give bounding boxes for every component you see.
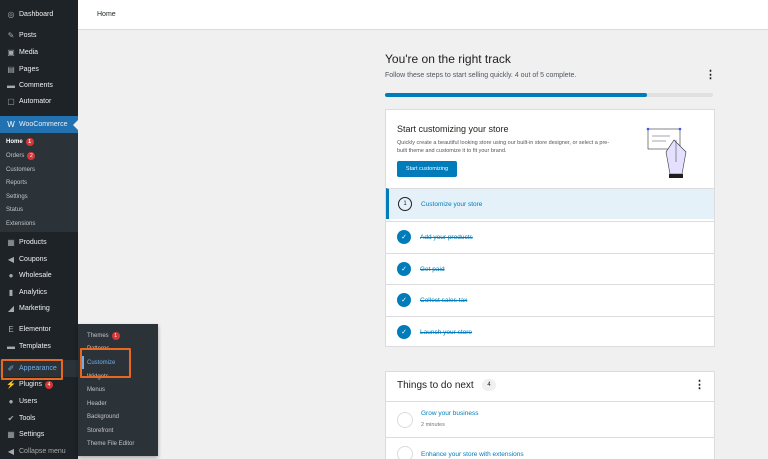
setup-subtitle: Follow these steps to start selling quic…: [385, 72, 577, 79]
hero-description: Quickly create a beautiful looking store…: [397, 140, 610, 154]
flyout-item-background[interactable]: Background: [87, 410, 119, 423]
sidebar-item-pages[interactable]: ▤ Pages: [0, 61, 78, 78]
sidebar-item-users[interactable]: ● Users: [0, 393, 78, 410]
setup-task-card: Start customizing your store Quickly cre…: [385, 109, 715, 347]
woo-icon: W: [7, 120, 15, 129]
checkmark-icon: ✓: [397, 230, 411, 244]
todo-time-estimate: 2 minutes: [421, 422, 445, 428]
todo-title: Things to do next: [397, 380, 474, 391]
submenu-item-reports[interactable]: Reports: [6, 177, 27, 189]
settings-icon: ▦: [7, 430, 15, 439]
sidebar-item-wholesale[interactable]: ● Wholesale: [0, 267, 78, 284]
folder-icon: ▬: [7, 342, 15, 351]
task-launch-store[interactable]: ✓ Launch your store: [386, 316, 714, 347]
task-add-products[interactable]: ✓ Add your products: [386, 221, 714, 252]
megaphone-icon: ◀: [7, 255, 15, 264]
wholesale-icon: ●: [8, 271, 14, 280]
megaphone-icon: ◢: [7, 304, 15, 313]
notification-badge: 1: [25, 138, 34, 146]
task-customize-store[interactable]: 1 Customize your store: [386, 188, 714, 219]
plug-icon: ⚡: [6, 380, 16, 389]
sidebar-item-analytics[interactable]: ▮ Analytics: [0, 284, 78, 301]
todo-label: Enhance your store with extensions: [421, 451, 524, 458]
top-header-bar: Home: [78, 0, 768, 30]
submenu-item-home[interactable]: Home 1: [6, 136, 34, 148]
todo-label: Grow your business: [421, 410, 479, 417]
sidebar-item-settings[interactable]: ▦ Settings: [0, 426, 78, 443]
users-icon: ●: [8, 397, 14, 406]
notification-badge: 4: [44, 380, 53, 389]
notification-badge: 1: [111, 331, 120, 340]
chart-bar-icon: ▮: [8, 288, 14, 297]
setup-progress-fill: [385, 93, 648, 97]
page-icon: ▤: [7, 65, 15, 74]
submenu-item-extensions[interactable]: Extensions: [6, 218, 35, 230]
notification-badge: 2: [27, 152, 36, 160]
sidebar-item-elementor[interactable]: E Elementor: [0, 321, 78, 338]
sidebar-item-products[interactable]: ▦ Products: [0, 234, 78, 251]
setup-progress-bar: [385, 93, 713, 97]
task-label: Launch your store: [420, 328, 473, 336]
sidebar-item-templates[interactable]: ▬ Templates: [0, 338, 78, 355]
submenu-item-status[interactable]: Status: [6, 204, 23, 216]
flyout-item-theme-file-editor[interactable]: Theme File Editor: [87, 437, 134, 450]
sidebar-item-media[interactable]: ▣ Media: [0, 44, 78, 61]
wrench-icon: ✔: [7, 414, 15, 423]
sidebar-item-marketing[interactable]: ◢ Marketing: [0, 300, 78, 317]
submenu-item-orders[interactable]: Orders 2: [6, 150, 36, 162]
todo-card: Things to do next 4 ⋮ Grow your business…: [385, 371, 715, 459]
sidebar-item-comments[interactable]: ▬ Comments: [0, 77, 78, 94]
collapse-icon: ◀: [7, 447, 15, 456]
task-label: Add your products: [420, 233, 473, 241]
task-label: Collect sales tax: [420, 296, 468, 304]
submenu-item-customers[interactable]: Customers: [6, 164, 35, 176]
task-label: Customize your store: [421, 200, 483, 208]
store-designer-illustration-icon: [646, 127, 687, 178]
flyout-item-header[interactable]: Header: [87, 397, 107, 410]
setup-more-menu-icon[interactable]: ⋮: [705, 70, 716, 81]
task-get-paid[interactable]: ✓ Get paid: [386, 253, 714, 284]
submenu-item-settings[interactable]: Settings: [6, 191, 28, 203]
sidebar-item-coupons[interactable]: ◀ Coupons: [0, 251, 78, 268]
sidebar-item-tools[interactable]: ✔ Tools: [0, 410, 78, 427]
todo-item-grow-business[interactable]: Grow your business 2 minutes: [386, 401, 714, 437]
todo-more-menu-icon[interactable]: ⋮: [694, 380, 705, 391]
hero-title: Start customizing your store: [397, 124, 509, 134]
todo-status-icon: [397, 412, 413, 428]
collapse-menu-button[interactable]: ◀ Collapse menu: [0, 443, 78, 459]
appearance-flyout-menu: Themes 1 Patterns Customize Widgets Menus…: [78, 324, 158, 456]
sidebar-item-automator[interactable]: ▢ Automator: [0, 93, 78, 110]
todo-item-enhance-store[interactable]: Enhance your store with extensions: [386, 437, 714, 459]
sidebar-item-woocommerce[interactable]: W WooCommerce: [0, 116, 78, 133]
customize-highlight: [80, 348, 131, 378]
checkmark-icon: ✓: [397, 293, 411, 307]
task-label: Get paid: [420, 265, 445, 273]
sidebar-item-posts[interactable]: ✎ Posts: [0, 27, 78, 44]
woocommerce-submenu: Home 1 Orders 2 Customers Reports Settings…: [0, 133, 78, 232]
flyout-item-menus[interactable]: Menus: [87, 383, 105, 396]
flyout-item-storefront[interactable]: Storefront: [87, 424, 113, 437]
pin-icon: ✎: [7, 31, 15, 40]
gauge-icon: ◎: [7, 10, 15, 19]
todo-count-badge: 4: [482, 379, 496, 391]
comment-icon: ▬: [7, 81, 15, 90]
checkmark-icon: ✓: [397, 262, 411, 276]
start-customizing-button[interactable]: Start customizing: [397, 161, 457, 177]
sidebar-item-dashboard[interactable]: ◎ Dashboard: [0, 6, 78, 23]
step-number-icon: 1: [398, 197, 412, 211]
setup-title: You're on the right track: [385, 52, 511, 66]
task-collect-sales-tax[interactable]: ✓ Collect sales tax: [386, 284, 714, 315]
automator-icon: ▢: [7, 97, 15, 106]
elementor-icon: E: [8, 325, 14, 334]
page-title: Home: [97, 11, 116, 18]
media-icon: ▣: [7, 48, 15, 57]
archive-icon: ▦: [7, 238, 15, 247]
admin-sidebar: ◎ Dashboard ✎ Posts ▣ Media ▤ Pages ▬ Comment…: [0, 0, 78, 459]
todo-status-icon: [397, 446, 413, 459]
checkmark-icon: ✓: [397, 325, 411, 339]
appearance-highlight: [1, 359, 63, 380]
flyout-item-themes[interactable]: Themes 1: [87, 329, 120, 342]
